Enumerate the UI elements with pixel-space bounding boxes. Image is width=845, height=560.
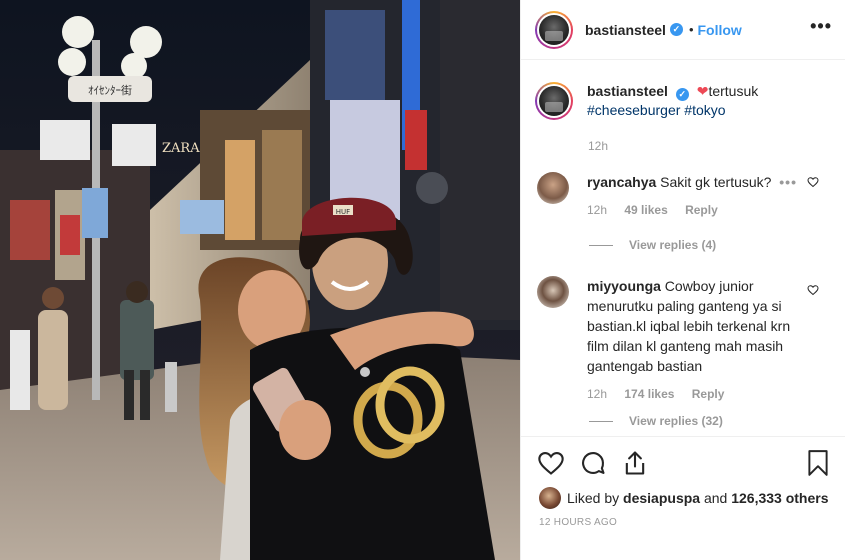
comment-timestamp[interactable]: 12h xyxy=(587,203,607,217)
liked-by-label: Liked by xyxy=(567,490,620,506)
separator-dot: • xyxy=(688,22,694,37)
comment-text: Sakit gk tertusuk? xyxy=(660,174,772,190)
heart-icon[interactable] xyxy=(537,449,565,477)
likes-count[interactable]: 126,333 others xyxy=(731,490,828,506)
hashtag-link[interactable]: #cheeseburger xyxy=(587,102,680,118)
follow-button[interactable]: Follow xyxy=(698,22,742,38)
share-icon[interactable] xyxy=(621,449,649,477)
commenter-avatar[interactable] xyxy=(537,276,569,308)
commenter-avatar[interactable] xyxy=(537,172,569,204)
cap-logo-text: HUF xyxy=(336,208,350,216)
liker-avatar[interactable] xyxy=(539,487,561,509)
view-replies-label: View replies (4) xyxy=(629,238,717,252)
post-sidebar: bastiansteel ✓ • Follow ••• bastiansteel… xyxy=(520,0,845,560)
view-replies-button[interactable]: View replies (32) xyxy=(589,414,723,428)
bookmark-icon[interactable] xyxy=(806,449,830,477)
post-timestamp[interactable]: 12 HOURS AGO xyxy=(539,517,617,528)
author-username[interactable]: bastiansteel xyxy=(585,22,666,38)
commenter-username[interactable]: ryancahya xyxy=(587,174,656,190)
caption-timestamp[interactable]: 12h xyxy=(588,139,608,153)
post-actions xyxy=(537,449,663,477)
comment-more-icon[interactable]: ••• xyxy=(779,174,797,190)
caption-username[interactable]: bastiansteel xyxy=(587,83,668,99)
comment-icon[interactable] xyxy=(579,449,607,477)
post-header: bastiansteel ✓ • Follow ••• xyxy=(521,0,845,60)
liked-and-label: and xyxy=(703,490,728,506)
hashtag-link[interactable]: #tokyo xyxy=(684,102,725,118)
replies-divider-line xyxy=(589,420,613,422)
street-photo-illustration: ｵｲｾﾝﾀｰ街 ZARA HUF xyxy=(0,0,520,560)
comment-likes[interactable]: 49 likes xyxy=(624,203,667,217)
reply-button[interactable]: Reply xyxy=(692,387,725,401)
store-sign-text: ZARA xyxy=(162,141,200,156)
comment-like-heart-icon[interactable] xyxy=(807,176,819,188)
heart-emoji-icon: ❤ xyxy=(696,84,709,100)
likes-summary: Liked by desiapuspa and 126,333 others xyxy=(539,487,829,509)
post-photo[interactable]: ｵｲｾﾝﾀｰ街 ZARA HUF xyxy=(0,0,520,560)
comment-meta: 12h 49 likes Reply xyxy=(587,200,807,220)
post-footer: Liked by desiapuspa and 126,333 others 1… xyxy=(521,436,845,560)
reply-button[interactable]: Reply xyxy=(685,203,718,217)
comment-like-heart-icon[interactable] xyxy=(807,284,819,296)
view-replies-label: View replies (32) xyxy=(629,414,723,428)
liker-username[interactable]: desiapuspa xyxy=(623,490,700,506)
view-replies-button[interactable]: View replies (4) xyxy=(589,238,716,252)
more-options-icon[interactable]: ••• xyxy=(810,16,832,37)
caption-author-avatar[interactable] xyxy=(535,82,573,120)
comment-timestamp[interactable]: 12h xyxy=(587,387,607,401)
comment-likes[interactable]: 174 likes xyxy=(624,387,674,401)
comment-meta: 12h 174 likes Reply xyxy=(587,384,807,404)
post-caption: bastiansteel ✓ ❤tertusuk #cheeseburger #… xyxy=(535,82,835,120)
verified-badge-icon: ✓ xyxy=(675,88,689,101)
comment-item: miyyounga Cowboy junior menurutku paling… xyxy=(537,276,837,404)
caption-text: tertusuk xyxy=(708,83,759,99)
commenter-username[interactable]: miyyounga xyxy=(587,278,661,294)
street-sign-text: ｵｲｾﾝﾀｰ街 xyxy=(88,83,132,97)
author-avatar[interactable] xyxy=(535,10,573,49)
verified-badge-icon: ✓ xyxy=(669,23,683,36)
replies-divider-line xyxy=(589,244,613,246)
comment-item: ryancahya Sakit gk tertusuk? 12h 49 like… xyxy=(537,172,837,220)
